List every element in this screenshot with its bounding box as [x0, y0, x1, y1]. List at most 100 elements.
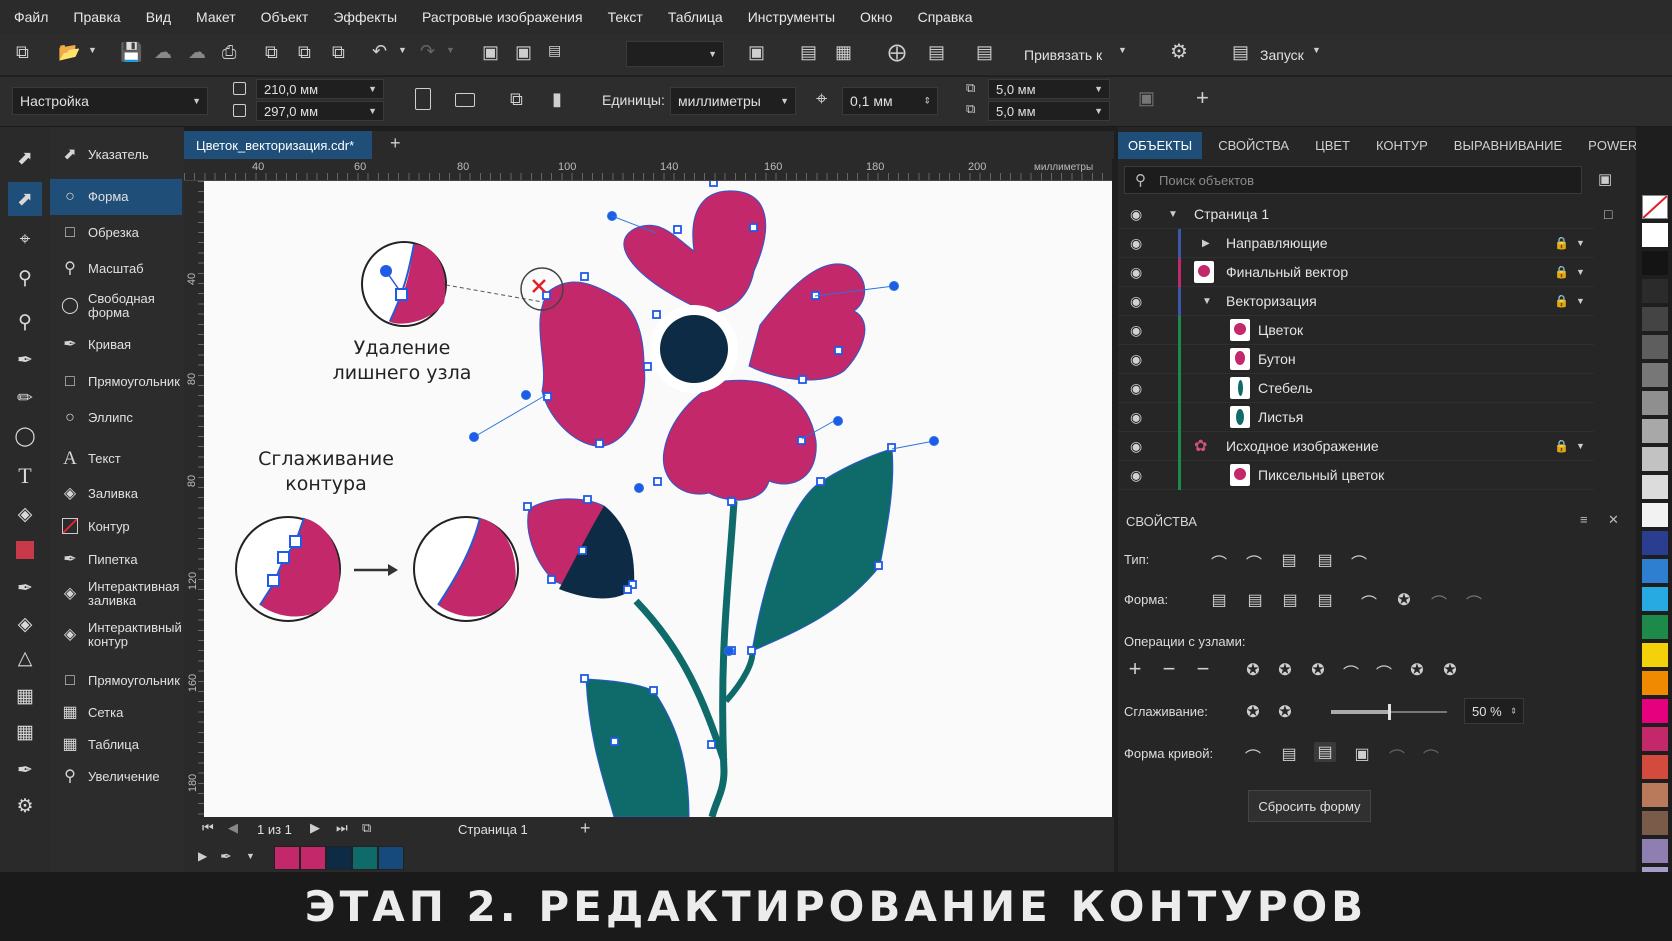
document-options-icon[interactable]: ▤ — [976, 43, 993, 61]
document-color-swatch[interactable] — [378, 846, 404, 870]
tool-item-interactive-fill[interactable]: ◈ Интерактивная заливка — [60, 577, 186, 611]
palette-color-swatch[interactable] — [1642, 671, 1668, 695]
palette-color-swatch[interactable] — [1642, 811, 1668, 835]
all-pages-icon[interactable]: ⧉ — [510, 90, 523, 108]
eye-icon[interactable]: ◉ — [1130, 293, 1142, 310]
delete-node-icon[interactable]: − — [1158, 656, 1180, 682]
menu-window[interactable]: Окно — [860, 9, 893, 25]
crop-tool-icon[interactable]: ⌖ — [8, 223, 42, 257]
zoom-dropdown[interactable]: ▼ — [626, 41, 724, 67]
portrait-icon[interactable] — [415, 88, 431, 110]
menu-tools[interactable]: Инструменты — [748, 9, 835, 25]
document-color-swatch[interactable] — [274, 846, 300, 870]
plus-icon[interactable]: + — [580, 819, 591, 837]
menu-view[interactable]: Вид — [146, 9, 171, 25]
smoothing-slider[interactable] — [1331, 704, 1447, 720]
duplicate-y-input[interactable]: 5,0 мм ▼ — [988, 101, 1110, 121]
treat-as-filled-icon[interactable]: ▣ — [1138, 89, 1155, 107]
tool-item-shape[interactable]: ○ Форма — [50, 179, 182, 215]
palette-color-swatch[interactable] — [1642, 615, 1668, 639]
palette-color-swatch[interactable] — [1642, 839, 1668, 863]
menu-object[interactable]: Объект — [261, 9, 309, 25]
warning-tool-icon[interactable]: △ — [8, 641, 42, 675]
lock-icon[interactable]: 🔒 — [1554, 265, 1569, 279]
object-search-input[interactable]: ⚲ Поиск объектов — [1124, 166, 1582, 194]
eraser-tool-icon[interactable]: ◈ — [8, 607, 42, 641]
color-swatch-icon[interactable] — [8, 533, 42, 567]
tree-row-page[interactable]: ◉ ▼ Страница 1 □ — [1118, 200, 1612, 229]
chevron-down-icon[interactable]: ▼ — [88, 46, 97, 55]
menu-help[interactable]: Справка — [918, 9, 973, 25]
eye-icon[interactable]: ◉ — [1130, 438, 1142, 455]
chevron-down-icon[interactable]: ▼ — [1576, 267, 1585, 277]
select-all-nodes-icon[interactable]: ⌒ — [1373, 660, 1395, 684]
tree-row-flower[interactable]: ◉ Цветок — [1118, 316, 1594, 345]
eyedropper-icon[interactable]: ✒ — [220, 849, 232, 863]
drawing-canvas[interactable]: Удаление лишнего узла Сглаживание контур… — [204, 181, 1112, 817]
publish-icon[interactable]: ⧉ — [332, 43, 345, 61]
close-curve-icon[interactable]: ✪ — [1393, 590, 1415, 610]
chevron-down-icon[interactable]: ▼ — [1202, 296, 1212, 307]
palette-color-swatch[interactable] — [1642, 391, 1668, 415]
chevron-down-icon[interactable]: ▼ — [1168, 209, 1178, 220]
smoothing-minus-icon[interactable]: ✪ — [1242, 702, 1264, 722]
lock-icon[interactable]: 🔒 — [1554, 439, 1569, 453]
landscape-icon[interactable] — [455, 93, 475, 107]
node-cusp-icon[interactable]: ⌒ — [1208, 550, 1230, 574]
grid-toggle-icon[interactable]: ▦ — [835, 43, 852, 61]
chevron-down-icon[interactable]: ▼ — [1118, 46, 1127, 55]
fill-tool-icon[interactable]: ◈ — [8, 497, 42, 531]
add-node-icon[interactable]: + — [1124, 656, 1146, 682]
object-options-icon[interactable]: ▣ — [1598, 170, 1612, 188]
menu-effects[interactable]: Эффекты — [333, 9, 397, 25]
palette-color-swatch[interactable] — [1642, 447, 1668, 471]
import-frame-icon[interactable]: ▣ — [482, 43, 499, 61]
page-width-input[interactable]: 210,0 мм ▼ — [256, 79, 384, 99]
cloud-upload-icon[interactable]: ☁ — [154, 43, 172, 61]
stem-branch-right[interactable] — [723, 650, 756, 704]
document-color-swatch[interactable] — [300, 846, 326, 870]
no-color-swatch[interactable] — [1642, 195, 1668, 219]
reduce-nodes-icon[interactable]: − — [1192, 656, 1214, 682]
stretch-nodes-icon[interactable]: ✪ — [1242, 660, 1264, 680]
tree-row-bud[interactable]: ◉ Бутон — [1118, 345, 1594, 374]
smoothing-plus-icon[interactable]: ✪ — [1274, 702, 1296, 722]
tree-row-stem[interactable]: ◉ Стебель — [1118, 374, 1594, 403]
eye-icon[interactable]: ◉ — [1130, 235, 1142, 252]
align-nodes-icon[interactable]: ✪ — [1307, 660, 1329, 680]
snap-guides-icon[interactable]: ⨁ — [888, 43, 906, 61]
import-icon[interactable]: ⧉ — [265, 43, 278, 61]
pick-tool-icon[interactable]: ⬈ — [8, 141, 42, 175]
tree-row-vectorization[interactable]: ◉ ▼ Векторизация 🔒 ▼ — [1118, 287, 1594, 316]
preset-dropdown[interactable]: Настройка ▼ — [12, 87, 208, 115]
palette-color-swatch[interactable] — [1642, 251, 1668, 275]
ellipse-tool-icon[interactable]: ◯ — [8, 419, 42, 453]
chevron-down-icon[interactable]: ▼ — [1312, 46, 1321, 55]
launch-icon[interactable]: ▤ — [1232, 43, 1249, 61]
eye-icon[interactable]: ◉ — [1130, 351, 1142, 368]
eye-icon[interactable]: ◉ — [1130, 322, 1142, 339]
palette-color-swatch[interactable] — [1642, 643, 1668, 667]
new-document-icon[interactable]: ⧉ — [16, 43, 29, 61]
launch-label[interactable]: Запуск — [1260, 47, 1304, 63]
reverse-direction-icon[interactable]: ▤ — [1314, 590, 1336, 610]
print-icon[interactable]: ⎙ — [222, 43, 236, 61]
gear-icon[interactable]: ⚙ — [1170, 42, 1188, 62]
eye-icon[interactable]: ◉ — [1130, 409, 1142, 426]
prev-page-icon[interactable]: ◀ — [228, 821, 238, 834]
tab-color[interactable]: ЦВЕТ — [1315, 138, 1350, 153]
pin-icon[interactable]: ✕ — [1608, 512, 1619, 528]
menu-icon[interactable]: ≡ — [1580, 512, 1588, 527]
pen-tool-icon[interactable]: ✒ — [8, 571, 42, 605]
shape-tool-icon[interactable]: ⬈ — [8, 182, 42, 216]
menu-table[interactable]: Таблица — [668, 9, 723, 25]
eyedropper-tool-icon[interactable]: ✒ — [8, 343, 42, 377]
palette-color-swatch[interactable] — [1642, 419, 1668, 443]
menu-text[interactable]: Текст — [608, 9, 643, 25]
extract-subpath-icon[interactable]: ⌒ — [1358, 590, 1380, 614]
snap-to-label[interactable]: Привязать к — [1024, 47, 1102, 63]
reflect-nodes-icon[interactable]: ⌒ — [1463, 590, 1485, 614]
palette-color-swatch[interactable] — [1642, 587, 1668, 611]
node-line-icon[interactable]: ▤ — [1314, 550, 1336, 570]
auto-close-icon[interactable]: ⌒ — [1428, 590, 1450, 614]
